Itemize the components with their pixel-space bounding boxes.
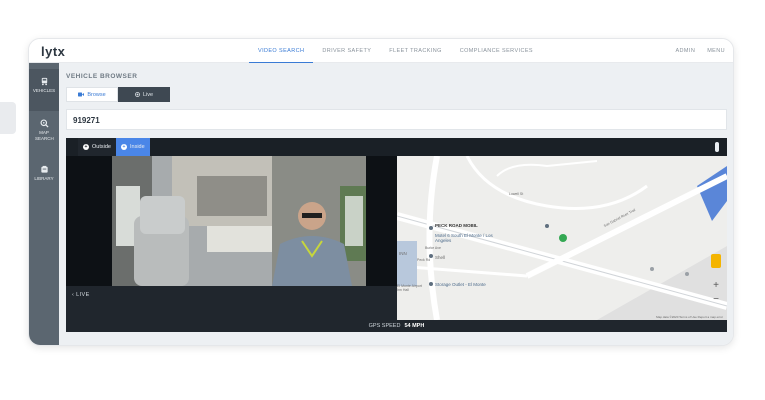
inside-cab-video-frame[interactable]: [112, 156, 366, 286]
vehicle-search-field[interactable]: [66, 109, 727, 130]
sidebar-item-library[interactable]: LIBRARY: [29, 157, 59, 199]
plus-icon: +: [121, 144, 127, 150]
live-status-text: LIVE: [76, 292, 90, 298]
outside-label: Outside: [92, 144, 111, 150]
map-label-inn: INN: [399, 251, 407, 256]
mode-toggle: Browse Live: [66, 87, 170, 102]
vehicle-search-input[interactable]: [67, 111, 726, 130]
location-map[interactable]: PECK ROAD MOBIL Motel 6 South El Monte /…: [397, 156, 727, 320]
outside-camera-button[interactable]: + Outside: [78, 138, 116, 156]
gps-speed-bar: GPS SPEED 54 MPH: [66, 320, 727, 332]
map-label-storage-outlet: Storage Outlet - El Monte: [435, 282, 486, 287]
sidebar-item-vehicles[interactable]: VEHICLES: [29, 69, 59, 111]
page-title: VEHICLE BROWSER: [66, 73, 138, 80]
admin-link[interactable]: ADMIN: [675, 48, 695, 54]
live-status: ‹ LIVE: [72, 292, 90, 298]
street-view-pegman-icon[interactable]: [711, 254, 721, 268]
sidebar-item-label: VEHICLES: [32, 88, 56, 93]
sidebar-item-label: LIBRARY: [34, 176, 54, 181]
library-icon: [40, 165, 48, 173]
cab-interior-image: [112, 156, 366, 286]
gps-speed-label: GPS SPEED: [368, 323, 401, 329]
live-label: Live: [142, 91, 154, 98]
plus-icon: +: [83, 144, 89, 150]
video-camera-icon: [78, 92, 85, 97]
video-area: [66, 156, 397, 286]
map-label-lowell-st: Lowell St: [509, 192, 524, 196]
map-footer: Map data ©2020 Terms of Use Report a map…: [656, 315, 723, 319]
gps-speed-value: 54 MPH: [404, 323, 425, 329]
lytx-logo: lytx: [41, 44, 66, 59]
main-nav: VIDEO SEARCH DRIVER SAFETY FLEET TRACKIN…: [249, 39, 542, 63]
sidebar: VEHICLES MAP SEARCH LIBRARY: [29, 63, 59, 345]
nav-video-search[interactable]: VIDEO SEARCH: [249, 39, 314, 63]
sidebar-item-label: MAP SEARCH: [35, 130, 54, 141]
video-viewer: + Outside + Inside ‹ LIVE PECK ROAD MOBI…: [66, 138, 727, 332]
main-content: VEHICLE BROWSER Browse Live 919271 + Out…: [59, 63, 733, 345]
map-label-peck-road-mobil: PECK ROAD MOBIL: [435, 223, 478, 228]
map-label-el-monte: El Monte Airport Inn Hall: [397, 284, 422, 292]
map-label-motel6: Motel 6 South El Monte / Los Angeles: [435, 233, 493, 243]
zoom-in-button[interactable]: +: [710, 280, 722, 292]
live-dot-icon: [135, 92, 140, 97]
menu-link[interactable]: MENU: [707, 48, 725, 54]
map-search-icon: [39, 119, 49, 128]
truck-icon: [41, 77, 47, 86]
right-nav: ADMIN MENU: [675, 48, 725, 54]
live-button[interactable]: Live: [118, 87, 170, 102]
sidebar-item-map-search[interactable]: MAP SEARCH: [29, 111, 59, 153]
map-label-shell: Shell: [435, 255, 446, 260]
inside-camera-button[interactable]: + Inside: [116, 138, 150, 156]
app-window: lytx VIDEO SEARCH DRIVER SAFETY FLEET TR…: [28, 38, 734, 346]
nav-fleet-tracking[interactable]: FLEET TRACKING: [380, 39, 450, 63]
camera-selector-bar: + Outside + Inside: [66, 138, 727, 156]
background-ghost-panel: [0, 102, 16, 134]
map-label-peck-rd: Peck Rd: [417, 258, 431, 262]
top-navbar: lytx VIDEO SEARCH DRIVER SAFETY FLEET TR…: [29, 39, 733, 63]
browse-label: Browse: [87, 91, 106, 98]
browse-button[interactable]: Browse: [66, 87, 118, 102]
zoom-out-button[interactable]: −: [710, 294, 722, 306]
map-label-burke-ave: Burke Ave: [425, 246, 441, 250]
inside-label: Inside: [130, 144, 145, 150]
live-status-strip: ‹ LIVE: [66, 286, 397, 320]
nav-compliance-services[interactable]: COMPLIANCE SERVICES: [451, 39, 542, 63]
chevron-left-icon[interactable]: ‹: [72, 292, 74, 298]
more-options-icon[interactable]: [715, 142, 719, 152]
nav-driver-safety[interactable]: DRIVER SAFETY: [313, 39, 380, 63]
